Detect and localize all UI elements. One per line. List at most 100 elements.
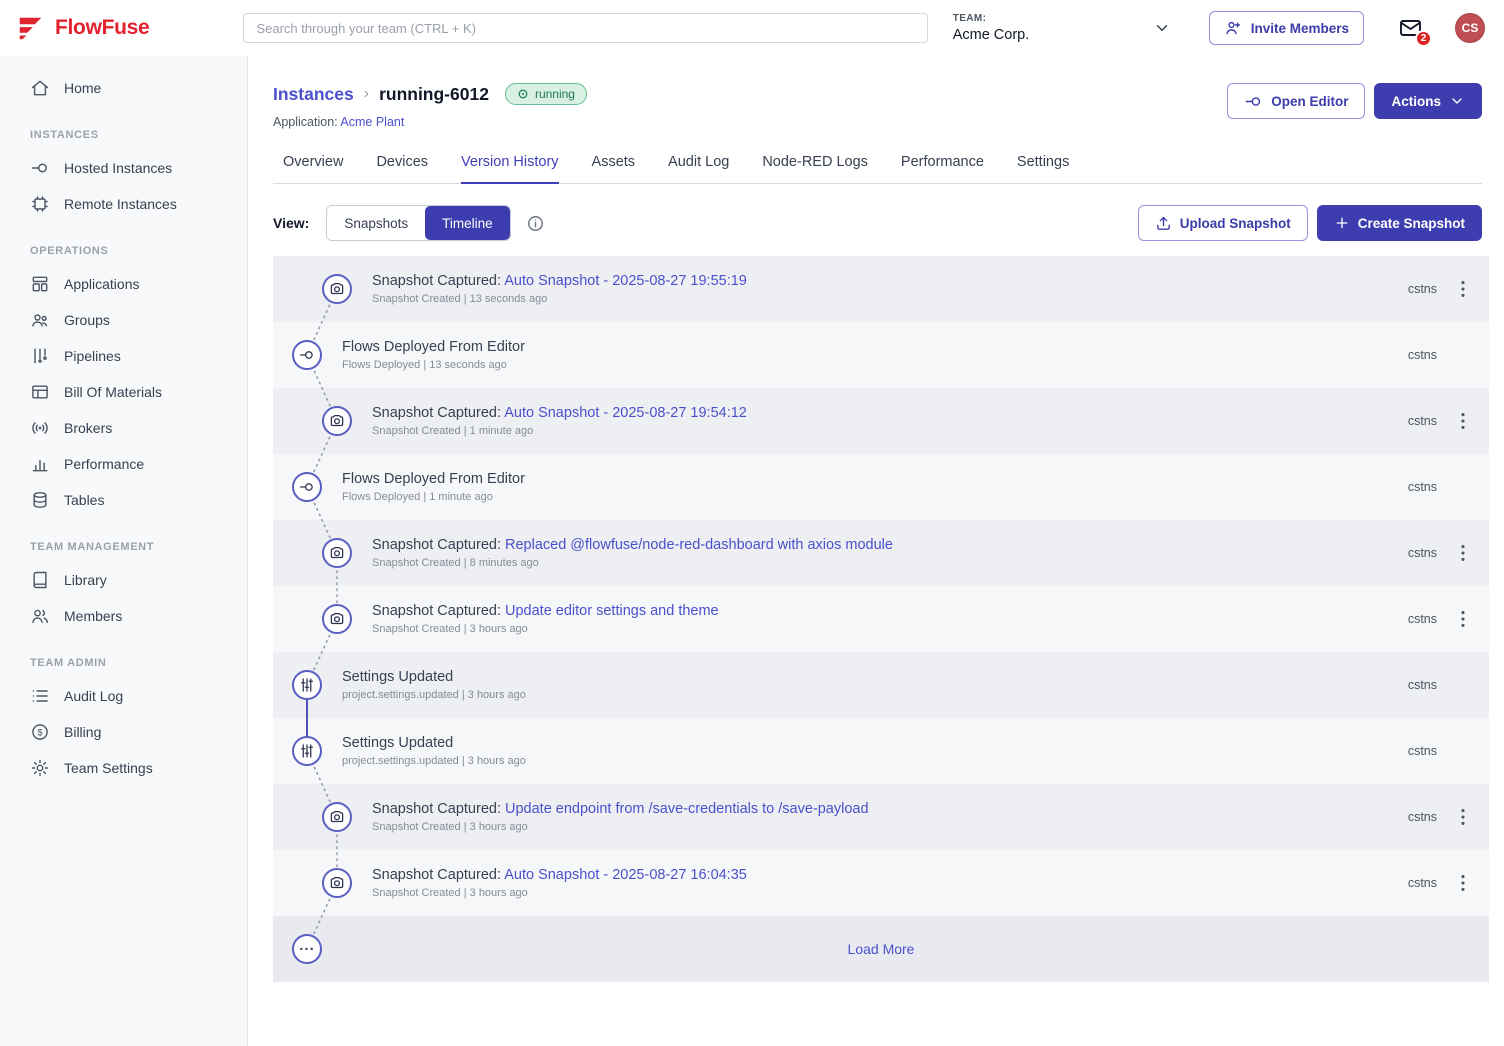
kebab-menu-icon[interactable] — [1437, 542, 1489, 564]
search-input[interactable] — [243, 13, 928, 43]
row-user: cstns — [1408, 876, 1437, 890]
sidebar-item-remote-instances[interactable]: Remote Instances — [0, 186, 247, 222]
notification-count-badge: 2 — [1415, 30, 1432, 47]
actions-button[interactable]: Actions — [1374, 83, 1482, 119]
load-more-link[interactable]: Load More — [848, 941, 915, 957]
tab-performance[interactable]: Performance — [901, 154, 984, 184]
sidebar-item-label: Hosted Instances — [64, 160, 172, 176]
breadcrumb-instances-link[interactable]: Instances — [273, 84, 354, 105]
timeline-toggle[interactable]: Timeline — [425, 206, 510, 240]
sidebar-item-audit-log[interactable]: Audit Log — [0, 678, 247, 714]
sidebar-section-operations: OPERATIONS — [30, 245, 247, 257]
tab-version-history[interactable]: Version History — [461, 154, 559, 184]
notifications-button[interactable]: 2 — [1397, 16, 1424, 40]
home-icon — [30, 78, 50, 98]
gear-icon — [30, 758, 50, 778]
team-selector[interactable]: TEAM: Acme Corp. — [953, 13, 1171, 43]
tab-audit-log[interactable]: Audit Log — [668, 154, 729, 184]
flowfuse-logo-icon — [16, 13, 46, 43]
timeline-node — [322, 274, 352, 304]
row-title: Settings Updated — [342, 735, 526, 751]
flowfuse-logo[interactable]: FlowFuse — [16, 13, 149, 43]
search-container — [243, 13, 928, 43]
sidebar-item-groups[interactable]: Groups — [0, 302, 247, 338]
sidebar-item-library[interactable]: Library — [0, 562, 247, 598]
view-toggle: Snapshots Timeline — [326, 205, 510, 241]
timeline-panel: Snapshot Captured: Auto Snapshot - 2025-… — [273, 256, 1489, 982]
tab-settings[interactable]: Settings — [1017, 154, 1069, 184]
row-meta: Flows Deployed | 1 minute ago — [342, 491, 525, 503]
sidebar-item-billing[interactable]: $ Billing — [0, 714, 247, 750]
kebab-menu-icon[interactable] — [1437, 278, 1489, 300]
sidebar-section-team-admin: TEAM ADMIN — [30, 657, 247, 669]
sidebar-item-label: Performance — [64, 456, 144, 472]
sidebar-item-label: Remote Instances — [64, 196, 177, 212]
row-user: cstns — [1408, 744, 1437, 758]
sidebar-item-label: Members — [64, 608, 122, 624]
chevron-down-icon — [1153, 19, 1171, 37]
snapshot-link[interactable]: Auto Snapshot - 2025-08-27 19:54:12 — [504, 405, 747, 421]
kebab-menu-icon[interactable] — [1437, 608, 1489, 630]
kebab-menu-icon[interactable] — [1437, 410, 1489, 432]
camera-icon — [328, 874, 346, 892]
snapshot-link[interactable]: Auto Snapshot - 2025-08-27 16:04:35 — [504, 867, 747, 883]
row-meta: project.settings.updated | 3 hours ago — [342, 755, 526, 767]
sidebar-item-hosted-instances[interactable]: Hosted Instances — [0, 150, 247, 186]
row-meta: Snapshot Created | 13 seconds ago — [372, 293, 747, 305]
open-editor-button[interactable]: Open Editor — [1227, 83, 1365, 119]
sidebar-item-tables[interactable]: Tables — [0, 482, 247, 518]
invite-members-button[interactable]: Invite Members — [1209, 11, 1364, 45]
kebab-menu-icon[interactable] — [1437, 872, 1489, 894]
row-title: Snapshot Captured: Update editor setting… — [372, 603, 719, 619]
camera-icon — [328, 610, 346, 628]
sidebar-item-members[interactable]: Members — [0, 598, 247, 634]
row-user: cstns — [1408, 282, 1437, 296]
sidebar-item-home[interactable]: Home — [0, 70, 247, 106]
row-meta: project.settings.updated | 3 hours ago — [342, 689, 526, 701]
snapshot-link[interactable]: Update endpoint from /save-credentials t… — [505, 801, 869, 817]
timeline-node — [292, 472, 322, 502]
avatar[interactable]: CS — [1455, 13, 1485, 43]
status-badge: running — [505, 83, 587, 105]
page-title: running-6012 — [379, 84, 489, 105]
timeline-node — [322, 802, 352, 832]
snapshot-link[interactable]: Replaced @flowfuse/node-red-dashboard wi… — [505, 537, 893, 553]
sidebar-item-applications[interactable]: Applications — [0, 266, 247, 302]
snapshot-link[interactable]: Update editor settings and theme — [505, 603, 719, 619]
load-more-row: ... Load More — [273, 916, 1489, 982]
sidebar-item-brokers[interactable]: Brokers — [0, 410, 247, 446]
team-name: Acme Corp. — [953, 27, 1030, 43]
upload-icon — [1155, 215, 1172, 232]
tab-assets[interactable]: Assets — [592, 154, 636, 184]
sidebar-item-pipelines[interactable]: Pipelines — [0, 338, 247, 374]
info-icon[interactable] — [526, 214, 545, 233]
tab-overview[interactable]: Overview — [283, 154, 343, 184]
application-label: Application: — [273, 115, 338, 129]
bill-of-materials-icon — [30, 382, 50, 402]
tab-devices[interactable]: Devices — [376, 154, 428, 184]
timeline-row: Snapshot Captured: Update editor setting… — [273, 586, 1489, 652]
upload-snapshot-button[interactable]: Upload Snapshot — [1138, 205, 1308, 241]
instance-tabs: Overview Devices Version History Assets … — [273, 154, 1482, 184]
sidebar-item-bill-of-materials[interactable]: Bill Of Materials — [0, 374, 247, 410]
sidebar-item-label: Audit Log — [64, 688, 123, 704]
upload-snapshot-label: Upload Snapshot — [1180, 216, 1291, 231]
sidebar-item-performance[interactable]: Performance — [0, 446, 247, 482]
main-content: Instances › running-6012 running Applica… — [248, 56, 1504, 1046]
kebab-menu-icon[interactable] — [1437, 806, 1489, 828]
audit-log-icon — [30, 686, 50, 706]
create-snapshot-button[interactable]: Create Snapshot — [1317, 205, 1482, 241]
deploy-icon — [298, 346, 316, 364]
row-user: cstns — [1408, 480, 1437, 494]
applications-icon — [30, 274, 50, 294]
application-link[interactable]: Acme Plant — [340, 115, 404, 129]
sidebar-item-team-settings[interactable]: Team Settings — [0, 750, 247, 786]
timeline-row: Snapshot Captured: Replaced @flowfuse/no… — [273, 520, 1489, 586]
tab-node-red-logs[interactable]: Node-RED Logs — [762, 154, 868, 184]
sidebar-item-label: Applications — [64, 276, 140, 292]
library-icon — [30, 570, 50, 590]
snapshot-link[interactable]: Auto Snapshot - 2025-08-27 19:55:19 — [504, 273, 747, 289]
chevron-down-icon — [1449, 93, 1465, 109]
camera-icon — [328, 280, 346, 298]
snapshots-toggle[interactable]: Snapshots — [327, 206, 425, 240]
